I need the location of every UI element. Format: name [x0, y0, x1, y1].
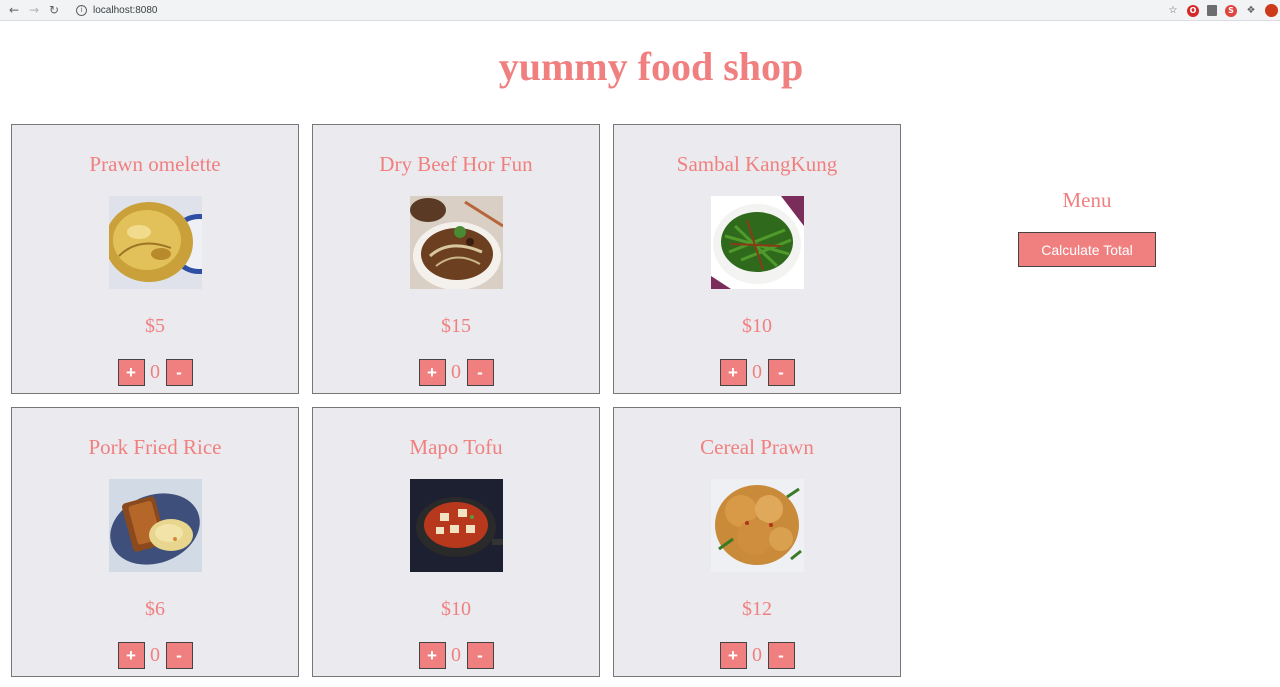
- quantity-value: 0: [451, 644, 461, 666]
- food-card: Prawn omelette $5 + 0 -: [11, 124, 299, 394]
- food-image: [711, 196, 804, 289]
- increment-button[interactable]: +: [418, 642, 446, 669]
- decrement-button[interactable]: -: [165, 642, 193, 669]
- increment-button[interactable]: +: [117, 359, 145, 386]
- address-bar[interactable]: i localhost:8080: [70, 1, 1165, 19]
- food-card: Mapo Tofu $10 + 0 -: [312, 407, 600, 677]
- increment-button[interactable]: +: [719, 642, 747, 669]
- increment-button[interactable]: +: [117, 642, 145, 669]
- food-price: $5: [145, 315, 165, 337]
- food-card: Sambal KangKung $10 + 0 -: [613, 124, 901, 394]
- back-arrow-icon[interactable]: ←: [4, 0, 24, 20]
- opera-extension-icon[interactable]: O: [1187, 4, 1199, 17]
- page-title: yummy food shop: [498, 44, 804, 89]
- increment-button[interactable]: +: [418, 359, 446, 386]
- food-price: $6: [145, 598, 165, 620]
- food-name: Dry Beef Hor Fun: [379, 152, 533, 176]
- quantity-stepper: + 0 -: [12, 359, 298, 386]
- forward-arrow-icon[interactable]: →: [24, 0, 44, 20]
- profile-avatar[interactable]: [1265, 4, 1278, 17]
- food-name: Mapo Tofu: [409, 435, 503, 459]
- s-extension-icon[interactable]: S: [1225, 4, 1237, 17]
- decrement-button[interactable]: -: [165, 359, 193, 386]
- extensions-area: ☆ O S ❖: [1167, 0, 1280, 21]
- food-image: [711, 479, 804, 572]
- quantity-stepper: + 0 -: [12, 642, 298, 669]
- food-card: Dry Beef Hor Fun $15 + 0 -: [312, 124, 600, 394]
- menu-title: Menu: [1062, 188, 1112, 212]
- decrement-button[interactable]: -: [466, 642, 494, 669]
- decrement-button[interactable]: -: [466, 359, 494, 386]
- food-name: Pork Fried Rice: [88, 435, 222, 459]
- extension-icon[interactable]: [1207, 5, 1217, 16]
- food-card: Cereal Prawn $12 + 0 -: [613, 407, 901, 677]
- url-text[interactable]: localhost:8080: [93, 5, 158, 16]
- increment-button[interactable]: +: [719, 359, 747, 386]
- food-image: [410, 479, 503, 572]
- quantity-value: 0: [752, 644, 762, 666]
- food-image: [109, 479, 202, 572]
- food-price: $12: [742, 598, 772, 620]
- browser-toolbar: ← → ↻ i localhost:8080 ☆ O S ❖: [0, 0, 1280, 21]
- food-price: $10: [742, 315, 772, 337]
- quantity-value: 0: [150, 644, 160, 666]
- puzzle-extensions-icon[interactable]: ❖: [1245, 5, 1257, 17]
- food-name: Prawn omelette: [89, 152, 221, 176]
- quantity-stepper: + 0 -: [313, 642, 599, 669]
- food-image: [109, 196, 202, 289]
- food-price: $15: [441, 315, 471, 337]
- food-price: $10: [441, 598, 471, 620]
- quantity-stepper: + 0 -: [614, 359, 900, 386]
- quantity-value: 0: [752, 361, 762, 383]
- food-card: Pork Fried Rice $6 + 0 -: [11, 407, 299, 677]
- calculate-total-button[interactable]: Calculate Total: [1018, 232, 1156, 267]
- food-name: Cereal Prawn: [700, 435, 814, 459]
- decrement-button[interactable]: -: [767, 359, 795, 386]
- quantity-stepper: + 0 -: [614, 642, 900, 669]
- food-name: Sambal KangKung: [676, 152, 838, 176]
- quantity-value: 0: [150, 361, 160, 383]
- quantity-value: 0: [451, 361, 461, 383]
- reload-icon[interactable]: ↻: [44, 0, 64, 20]
- site-info-icon[interactable]: i: [76, 4, 87, 16]
- decrement-button[interactable]: -: [767, 642, 795, 669]
- food-image: [410, 196, 503, 289]
- bookmark-star-icon[interactable]: ☆: [1167, 5, 1179, 17]
- quantity-stepper: + 0 -: [313, 359, 599, 386]
